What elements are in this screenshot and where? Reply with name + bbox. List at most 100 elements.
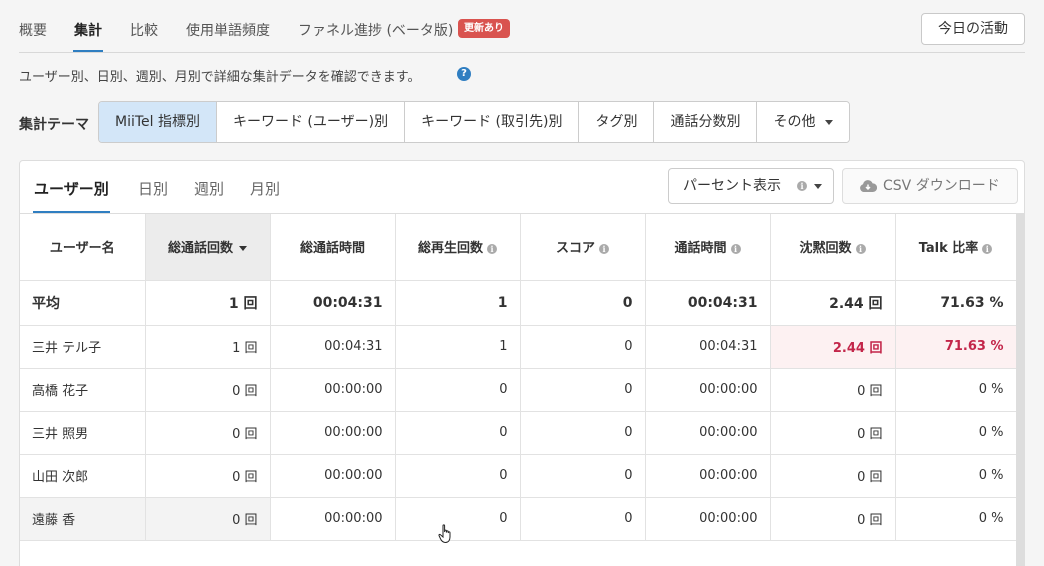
info-icon: i [982,243,993,254]
summary-table: ユーザー名 総通話回数 総通話時間 総再生回数 i スコア i 通話時間 i 沈黙回数… [20,214,1016,541]
vertical-scrollbar[interactable] [1016,213,1024,566]
tab-compare[interactable]: 比較 [130,20,158,52]
theme-keyword-user[interactable]: キーワード (ユーザー)別 [216,102,406,142]
header-score[interactable]: スコア i [520,214,646,281]
table-cell: 1 回 [145,325,271,369]
info-icon: i [487,243,497,254]
table-cell: 高橋 花子 [20,368,146,412]
header-label: 沈黙回数 [799,241,852,257]
theme-call-minutes[interactable]: 通話分数別 [654,102,758,142]
theme-keyword-client[interactable]: キーワード (取引先)別 [405,102,580,142]
theme-miitel-metrics[interactable]: MiiTel 指標別 [99,102,217,142]
page-description: ユーザー別、日別、週別、月別で詳細な集計データを確認できます。 [19,70,421,85]
table-cell: 0 % [895,411,1016,455]
table-cell: 0 % [895,368,1016,412]
chevron-down-icon [814,184,822,189]
info-icon: i [730,243,741,254]
tab-word-frequency[interactable]: 使用単語頻度 [186,20,270,52]
table-cell: 0 [520,411,646,455]
csv-download-label: CSV ダウンロード [883,178,1000,194]
header-call-time[interactable]: 通話時間 i [645,214,771,281]
tab-by-week[interactable]: 週別 [194,178,224,213]
cloud-download-icon [860,180,877,192]
table-cell: 0 % [895,454,1016,498]
table-cell: 00:00:00 [645,497,771,541]
theme-selector: MiiTel 指標別 キーワード (ユーザー)別 キーワード (取引先)別 タグ… [98,101,851,143]
table-cell: 00:04:31 [270,325,396,369]
table-cell: 0 回 [145,497,271,541]
tab-by-day[interactable]: 日別 [138,178,168,213]
percent-display-dropdown[interactable]: パーセント表示 i [668,168,834,204]
table-cell: 00:00:00 [270,411,396,455]
table-row[interactable]: 山田 次郎 0 回 00:00:00 0 0 00:00:00 0 回 0 % [20,454,1016,498]
header-silence-count[interactable]: 沈黙回数 i [770,214,896,281]
table-cell: 00:00:00 [270,497,396,541]
header-label: 総再生回数 [417,241,483,257]
tab-by-user[interactable]: ユーザー別 [33,178,110,213]
theme-tag[interactable]: タグ別 [579,102,655,142]
table-cell: 1 回 [145,280,271,326]
table-cell: 0 [395,411,521,455]
table-row[interactable]: 三井 照男 0 回 00:00:00 0 0 00:00:00 0 回 0 % [20,411,1016,455]
chevron-down-icon [825,119,834,125]
help-icon[interactable]: ? [457,67,471,81]
theme-other-label: その他 [773,114,816,130]
table-cell: 0 % [895,497,1016,541]
table-cell-highlight: 2.44 回 [770,325,896,369]
table-cell: 00:00:00 [645,411,771,455]
table-cell: 0 [520,368,646,412]
header-label: Talk 比率 [918,241,979,257]
header-total-call-time[interactable]: 総通話時間 [270,214,396,281]
table-cell: 1 [395,325,521,369]
csv-download-button[interactable]: CSV ダウンロード [842,168,1018,204]
top-tab-bar: 概要 集計 比較 使用単語頻度 ファネル進捗 (ベータ版) 更新あり 今日の活動 [19,0,1025,53]
today-activity-button[interactable]: 今日の活動 [921,13,1025,45]
header-label: 総通話回数 [167,241,233,257]
table-cell: 00:04:31 [270,280,396,326]
header-label: ユーザー名 [49,241,115,257]
table-row[interactable]: 高橋 花子 0 回 00:00:00 0 0 00:00:00 0 回 0 % [20,368,1016,412]
table-cell: 1 [395,280,521,326]
table-cell: 0 [395,497,521,541]
table-cell: 71.63 % [895,280,1016,326]
table-cell: 0 [520,280,646,326]
header-label: スコア [555,241,595,257]
hand-pointer-icon [438,524,451,544]
table-cell: 遠藤 香 [20,497,146,541]
table-cell: 0 回 [770,411,896,455]
header-user-name[interactable]: ユーザー名 [20,214,146,281]
header-label: 総通話時間 [299,241,365,257]
table-cell: 三井 照男 [20,411,146,455]
table-cell: 0 回 [770,368,896,412]
tab-summary[interactable]: 集計 [73,20,103,52]
header-total-calls[interactable]: 総通話回数 [145,214,271,281]
tab-by-month[interactable]: 月別 [250,178,280,213]
table-cell: 0 [520,454,646,498]
table-cell: 0 回 [145,368,271,412]
table-cell: 00:04:31 [645,325,771,369]
tab-funnel-progress[interactable]: ファネル進捗 (ベータ版) [298,20,453,52]
table-cell: 平均 [20,280,146,326]
header-total-playbacks[interactable]: 総再生回数 i [395,214,521,281]
table-cell: 0 回 [145,454,271,498]
table-cell: 三井 テル子 [20,325,146,369]
table-cell: 00:00:00 [270,454,396,498]
average-row: 平均 1 回 00:04:31 1 0 00:04:31 2.44 回 71.6… [20,280,1016,326]
tab-overview[interactable]: 概要 [19,20,47,52]
table-cell: 0 回 [145,411,271,455]
table-cell: 0 回 [770,497,896,541]
table-cell: 0 [520,325,646,369]
table-row[interactable]: 三井 テル子 1 回 00:04:31 1 0 00:04:31 2.44 回 … [20,325,1016,369]
table-cell: 0 [395,454,521,498]
table-cell: 山田 次郎 [20,454,146,498]
table-row[interactable]: 遠藤 香 0 回 00:00:00 0 0 00:00:00 0 回 0 % [20,497,1016,541]
table-cell: 0 [520,497,646,541]
theme-other-dropdown[interactable]: その他 [757,102,850,142]
sub-tab-bar: ユーザー別 日別 週別 月別 パーセント表示 i CSV ダウンロード [20,161,1024,213]
percent-display-label: パーセント表示 [683,178,781,194]
table-cell: 00:00:00 [645,454,771,498]
sort-desc-icon [239,246,247,252]
info-icon: i [855,243,866,254]
header-talk-ratio[interactable]: Talk 比率 i [895,214,1016,281]
table-cell: 0 [395,368,521,412]
